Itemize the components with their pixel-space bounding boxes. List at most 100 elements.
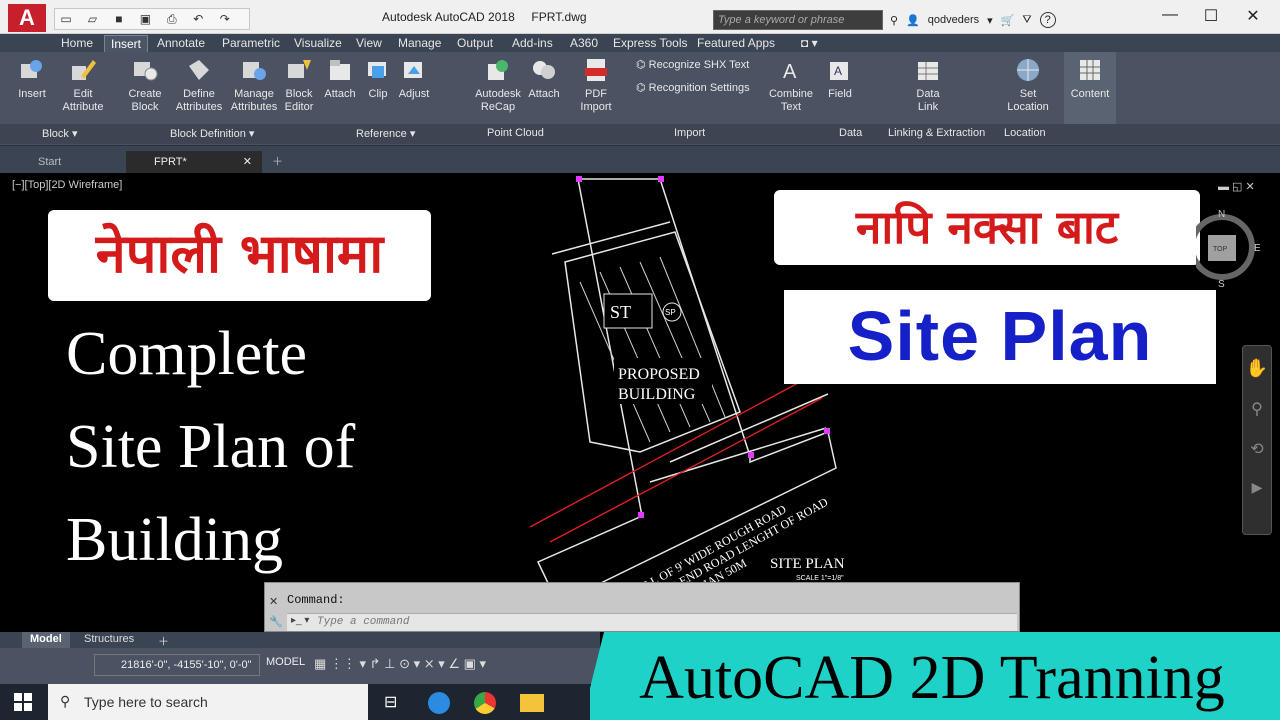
wrench-icon[interactable]: 🔧	[269, 615, 283, 628]
navigation-bar[interactable]: ✋ ⚲ ⟲ ▶	[1242, 345, 1272, 535]
data-link-label: Data Link	[916, 88, 940, 113]
edge-icon[interactable]	[428, 692, 450, 714]
orbit-icon[interactable]: ⟲	[1243, 439, 1271, 459]
field-button[interactable]: A Field	[824, 56, 856, 101]
insert-button[interactable]: Insert	[10, 56, 54, 101]
manage-attributes-button[interactable]: Manage Attributes	[228, 56, 280, 114]
command-input[interactable]: Type a command	[287, 613, 1017, 631]
tab-view[interactable]: View	[350, 35, 388, 52]
tab-structures[interactable]: Structures	[76, 632, 142, 648]
quick-access-toolbar: ▭ ▱ ■ ▣ ⎙ ↶ ↷ ▾	[54, 8, 250, 46]
group-block[interactable]: Block ▾	[42, 127, 77, 140]
recognition-settings-button[interactable]: ⌬ Recognition Settings	[636, 81, 750, 94]
set-location-button[interactable]: Set Location	[1004, 56, 1052, 114]
redo-icon[interactable]: ↷	[216, 10, 234, 28]
search-input[interactable]: Type a keyword or phrase	[713, 10, 883, 30]
model-space-button[interactable]: MODEL	[266, 656, 305, 668]
vertex-marker	[576, 176, 582, 182]
save-icon[interactable]: ■	[110, 10, 128, 28]
group-block-definition[interactable]: Block Definition ▾	[170, 127, 254, 140]
attach-label: Attach	[324, 88, 356, 100]
tab-manage[interactable]: Manage	[392, 35, 447, 52]
tab-output[interactable]: Output	[451, 35, 499, 52]
edit-attribute-button[interactable]: Edit Attribute	[58, 56, 108, 114]
define-attributes-button[interactable]: Define Attributes	[172, 56, 226, 114]
open-file-icon[interactable]: ▱	[83, 10, 101, 28]
viewcube[interactable]: TOP N S E	[1196, 205, 1264, 295]
exchange-icon[interactable]: ⛛	[1022, 14, 1031, 27]
create-block-button[interactable]: Create Block	[122, 56, 168, 114]
autodesk-recap-button[interactable]: Autodesk ReCap	[472, 56, 524, 114]
pdf-import-button[interactable]: PDF Import	[574, 56, 618, 114]
ribbon-toggle-icon[interactable]: ◘ ▾	[795, 35, 824, 52]
tab-a360[interactable]: A360	[564, 35, 604, 52]
recognize-shx-label: Recognize SHX Text	[648, 59, 750, 71]
tab-home[interactable]: Home	[55, 35, 99, 52]
recap-icon	[488, 60, 508, 80]
define-attributes-icon	[189, 60, 209, 80]
maximize-icon[interactable]: ☐	[1196, 6, 1226, 26]
block-editor-button[interactable]: Block Editor	[282, 56, 316, 114]
compass-n: N	[1218, 209, 1225, 220]
showmotion-icon[interactable]: ▶	[1243, 479, 1271, 496]
undo-icon[interactable]: ↶	[189, 10, 207, 28]
dimension-line	[649, 427, 827, 483]
windows-start-icon[interactable]	[14, 693, 32, 711]
insert-block-icon	[21, 60, 42, 78]
close-icon[interactable]: ✕	[269, 595, 278, 608]
save-as-icon[interactable]: ▣	[136, 10, 154, 28]
chevron-down-icon[interactable]: ▾	[987, 14, 993, 27]
viewport-window-controls[interactable]: ▬ ◱ ✕	[1218, 180, 1255, 193]
grid-icon[interactable]: ▦ ⋮⋮ ▾ ↱ ⊥ ⊙ ▾ ⨯ ▾ ∠ ▣ ▾	[314, 656, 486, 672]
tab-fprt[interactable]: FPRT* ✕	[126, 151, 262, 173]
tab-start[interactable]: Start	[10, 151, 134, 173]
tab-annotate[interactable]: Annotate	[151, 35, 211, 52]
ribbon-tab-bar: Home Insert Annotate Parametric Visualiz…	[0, 34, 1280, 52]
group-location: Location	[1004, 127, 1046, 139]
add-layout-icon[interactable]: ＋	[150, 632, 177, 648]
attach-button[interactable]: Attach	[322, 56, 358, 101]
combine-text-button[interactable]: A Combine Text	[766, 56, 816, 114]
tab-parametric[interactable]: Parametric	[216, 35, 286, 52]
tab-featured-apps[interactable]: Featured Apps	[691, 35, 781, 52]
taskbar-search-input[interactable]: Type here to search	[48, 684, 368, 720]
binoculars-icon[interactable]: ⚲	[890, 14, 898, 27]
title-bar: A ▭ ▱ ■ ▣ ⎙ ↶ ↷ ▾ Autodesk AutoCAD 2018 …	[0, 0, 1280, 46]
help-icon[interactable]: ?	[1039, 12, 1056, 28]
recognize-shx-button[interactable]: ⌬ Recognize SHX Text	[636, 58, 749, 71]
cart-icon[interactable]: 🛒	[1001, 14, 1015, 27]
point-cloud-attach-label: Attach	[528, 88, 560, 100]
user-name[interactable]: qodveders	[928, 14, 979, 26]
point-cloud-attach-button[interactable]: Attach	[526, 56, 562, 101]
group-point-cloud[interactable]: Point Cloud	[487, 127, 544, 139]
close-icon[interactable]: ✕	[243, 151, 252, 173]
pan-icon[interactable]: ✋	[1243, 358, 1271, 379]
application-menu-button[interactable]: A	[8, 4, 46, 32]
chrome-icon[interactable]	[474, 692, 496, 714]
tab-model[interactable]: Model	[22, 632, 70, 648]
tab-visualize[interactable]: Visualize	[288, 35, 348, 52]
user-area: ⚲ 👤 qodveders ▾ 🛒 ⛛ ?	[890, 10, 1056, 30]
st-label: ST	[610, 302, 631, 322]
new-tab-icon[interactable]: ＋	[264, 151, 283, 173]
coordinates-display[interactable]: 21816'-0", -4155'-10", 0'-0"	[94, 654, 260, 676]
file-explorer-icon[interactable]	[520, 694, 544, 712]
zoom-icon[interactable]: ⚲	[1243, 399, 1271, 419]
content-icon	[1080, 60, 1100, 80]
clip-icon	[368, 62, 386, 78]
tab-add-ins[interactable]: Add-ins	[506, 35, 559, 52]
tab-express-tools[interactable]: Express Tools	[607, 35, 693, 52]
close-icon[interactable]: ✕	[1238, 6, 1268, 26]
clip-button[interactable]: Clip	[364, 56, 392, 101]
new-file-icon[interactable]: ▭	[57, 10, 75, 28]
tab-insert[interactable]: Insert	[104, 35, 149, 52]
minimize-icon[interactable]: —	[1155, 6, 1185, 24]
plot-icon[interactable]: ⎙	[163, 10, 181, 28]
group-reference[interactable]: Reference ▾	[356, 127, 415, 140]
data-link-button[interactable]: Data Link	[910, 56, 946, 114]
adjust-button[interactable]: Adjust	[396, 56, 432, 101]
command-prompt-icon: ▸_ ▾	[291, 615, 310, 626]
task-view-icon[interactable]: ⊟	[384, 692, 397, 712]
user-icon[interactable]: 👤	[906, 14, 920, 27]
viewport-controls[interactable]: [−][Top][2D Wireframe]	[12, 179, 122, 191]
